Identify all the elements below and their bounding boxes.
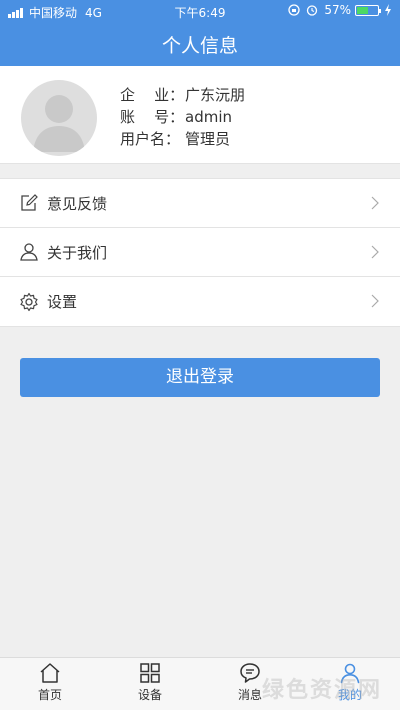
battery-icon <box>355 4 381 16</box>
settings-menu: 意见反馈 关于我们 设置 <box>0 178 400 327</box>
default-avatar-icon <box>33 95 85 152</box>
avatar[interactable] <box>21 80 97 156</box>
menu-item-label: 关于我们 <box>47 243 108 262</box>
menu-item-settings[interactable]: 设置 <box>0 277 400 326</box>
account-label: 账 号： <box>120 108 185 126</box>
menu-item-feedback[interactable]: 意见反馈 <box>0 179 400 228</box>
profile-card: 企 业： 广东沅朋 账 号： admin 用户名： 管理员 <box>0 66 400 164</box>
username-label: 用户名： <box>120 130 181 148</box>
company-row: 企 业： 广东沅朋 <box>120 84 245 106</box>
profile-info: 企 业： 广东沅朋 账 号： admin 用户名： 管理员 <box>120 84 245 150</box>
company-value: 广东沅朋 <box>185 86 246 104</box>
watermark: 绿色资源网 <box>262 678 383 703</box>
page-title: 个人信息 <box>161 35 238 57</box>
status-bar: 中国移动 4G 下午6:49 57% <box>0 0 400 22</box>
gear-icon <box>19 292 39 312</box>
chat-bubble-icon <box>240 663 260 683</box>
feedback-edit-icon <box>19 193 39 213</box>
grid-icon <box>140 663 160 683</box>
app-header: 中国移动 4G 下午6:49 57% 个人信息 <box>0 0 400 66</box>
alarm-icon <box>307 5 318 16</box>
company-label: 企 业： <box>120 86 185 104</box>
menu-item-about[interactable]: 关于我们 <box>0 228 400 277</box>
tab-label: 首页 <box>37 688 62 702</box>
chevron-right-icon <box>371 245 379 259</box>
tab-label: 消息 <box>237 688 262 702</box>
home-icon <box>40 663 60 683</box>
username-row: 用户名： 管理员 <box>120 128 245 150</box>
logout-button[interactable]: 退出登录 <box>20 358 380 397</box>
user-outline-icon <box>19 242 39 262</box>
menu-item-label: 设置 <box>47 293 78 311</box>
username-value: 管理员 <box>185 130 231 148</box>
tab-devices[interactable]: 设备 <box>100 658 200 710</box>
tab-home[interactable]: 首页 <box>0 658 100 710</box>
menu-item-label: 意见反馈 <box>47 194 108 213</box>
chevron-right-icon <box>371 196 379 210</box>
rotation-lock-icon <box>288 4 300 16</box>
tab-label: 设备 <box>137 688 162 702</box>
account-value: admin <box>185 108 232 126</box>
charging-icon <box>385 4 391 16</box>
battery-percent: 57% <box>324 3 351 17</box>
chevron-right-icon <box>371 294 379 308</box>
status-right: 57% <box>288 3 392 17</box>
account-row: 账 号： admin <box>120 106 245 128</box>
